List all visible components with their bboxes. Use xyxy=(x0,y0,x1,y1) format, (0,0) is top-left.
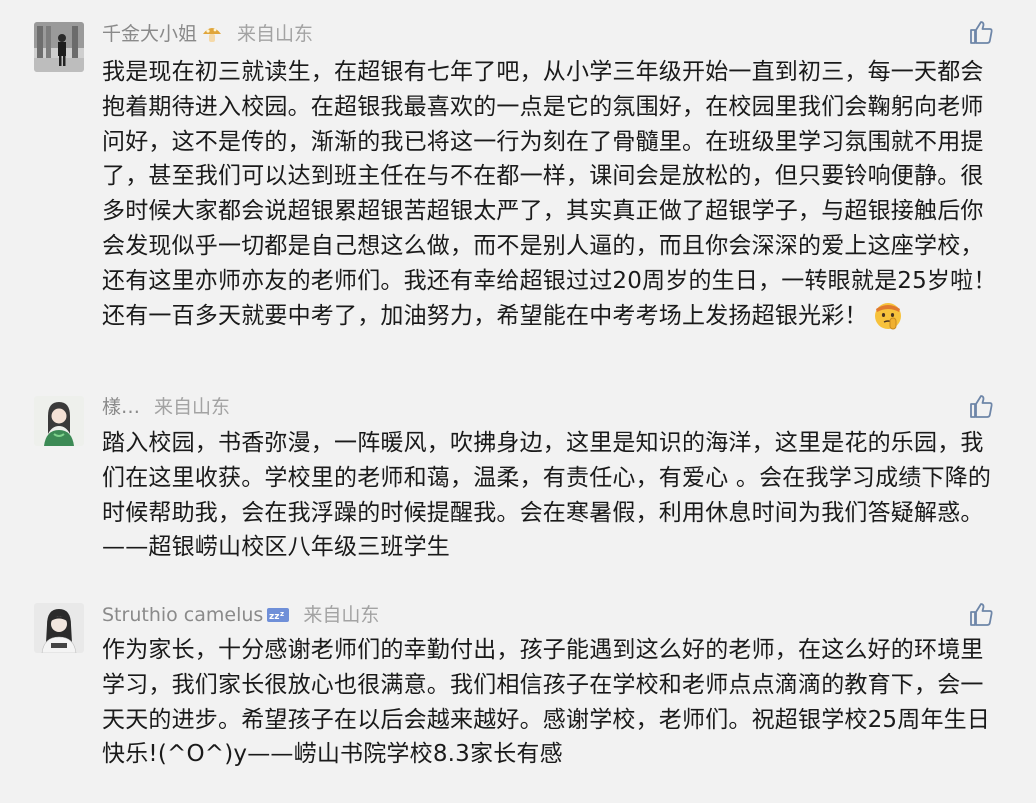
nickname[interactable]: Struthio camelus xyxy=(102,602,263,628)
thumbs-up-icon xyxy=(970,603,993,626)
thumbs-up-icon xyxy=(970,21,993,44)
comment-meta: Struthio camelus zz z 来自山东 xyxy=(102,602,379,628)
comment-text: 我是现在初三就读生，在超银有七年了吧，从小学三年级开始一直到初三，每一天都会抱着… xyxy=(102,55,1002,333)
comment-text: 作为家长，十分感谢老师们的幸勤付出，孩子能遇到这么好的老师，在这么好的环境里学习… xyxy=(102,633,1002,772)
shushing-face-emoji-icon xyxy=(872,299,904,331)
comment-body: 作为家长，十分感谢老师们的幸勤付出，孩子能遇到这么好的老师，在这么好的环境里学习… xyxy=(102,637,991,768)
nickname[interactable]: 千金大小姐 xyxy=(102,21,197,47)
comment-meta: 樣… 来自山东 xyxy=(102,394,230,420)
avatar[interactable] xyxy=(34,603,84,653)
thumbs-up-icon xyxy=(970,395,993,418)
nickname[interactable]: 樣… xyxy=(102,394,140,420)
comment-meta: 千金大小姐 来自山东 xyxy=(102,21,313,47)
avatar[interactable] xyxy=(34,396,84,446)
svg-text:zz: zz xyxy=(269,612,279,622)
like-button[interactable] xyxy=(968,601,994,627)
like-button[interactable] xyxy=(968,393,994,419)
location-label: 来自山东 xyxy=(154,396,231,418)
comment-body: 我是现在初三就读生，在超银有七年了吧，从小学三年级开始一直到初三，每一天都会抱着… xyxy=(102,59,997,329)
comment-body: 踏入校园，书香弥漫，一阵暖风，吹拂身边，这里是知识的海洋，这里是花的乐园，我们在… xyxy=(102,430,992,561)
comment-text: 踏入校园，书香弥漫，一阵暖风，吹拂身边，这里是知识的海洋，这里是花的乐园，我们在… xyxy=(102,426,1002,565)
mushroom-emoji-icon xyxy=(201,24,223,44)
comment-list: 千金大小姐 来自山东 我是现在初三就读生，在超银有七年了吧，从小学三年级开始一直… xyxy=(0,0,1036,803)
location-label: 来自山东 xyxy=(237,23,314,45)
zzz-emoji-icon: zz z xyxy=(267,605,290,625)
location-label: 来自山东 xyxy=(303,604,380,626)
svg-text:z: z xyxy=(280,610,284,618)
like-button[interactable] xyxy=(968,19,994,45)
avatar[interactable] xyxy=(34,22,84,72)
